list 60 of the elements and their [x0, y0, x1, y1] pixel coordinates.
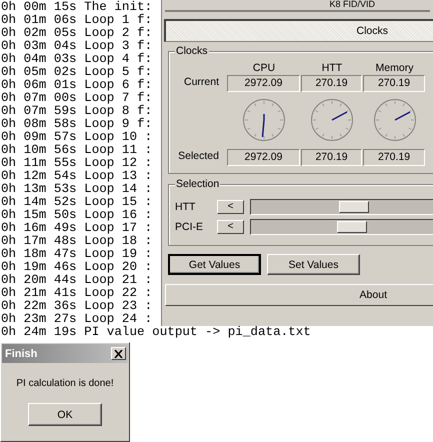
- header-bar[interactable]: K8 FID/VID: [165, 0, 430, 12]
- dial-drawing: [310, 98, 354, 142]
- row-label: Selected: [177, 149, 220, 164]
- console-line: 0h 05m 02s Loop 5 f:: [1, 66, 152, 79]
- column-header: HTT: [320, 62, 344, 74]
- ok-button[interactable]: OK: [28, 403, 102, 426]
- console-line: 0h 07m 59s Loop 8 f:: [1, 105, 152, 118]
- slider-label: PCI-E: [175, 221, 204, 233]
- slider-track[interactable]: [250, 199, 433, 215]
- console-line: 0h 04m 03s Loop 4 f:: [1, 53, 152, 66]
- section-bar[interactable]: Clocks: [164, 19, 433, 42]
- console-line: 0h 02m 05s Loop 2 f:: [1, 27, 152, 40]
- console-line: 0h 03m 04s Loop 3 f:: [1, 40, 152, 53]
- console-line: 0h 01m 06s Loop 1 f:: [1, 14, 152, 27]
- value-field: 270.19: [363, 149, 425, 166]
- console-line: 0h 21m 41s Loop 22 :: [1, 287, 152, 300]
- slider-thumb[interactable]: [339, 201, 370, 213]
- console-line: 0h 22m 36s Loop 23 :: [1, 300, 152, 313]
- action-button[interactable]: Set Values: [267, 254, 360, 275]
- value-field: 270.19: [301, 75, 362, 92]
- step-button[interactable]: <: [217, 220, 244, 234]
- value-field: 2972.09: [227, 75, 300, 92]
- value-field: 2972.09: [227, 149, 300, 166]
- console-line: 0h 15m 50s Loop 16 :: [1, 209, 152, 222]
- group-title: Selection: [175, 178, 220, 190]
- console-line: 0h 13m 53s Loop 14 :: [1, 183, 152, 196]
- column-header: Memory: [374, 62, 414, 74]
- row-label: Current: [182, 75, 220, 90]
- close-button[interactable]: [111, 347, 126, 360]
- console-line: 0h 17m 48s Loop 18 :: [1, 235, 152, 248]
- console-line: 0h 11m 55s Loop 12 :: [1, 157, 152, 170]
- group-title: Clocks: [175, 45, 209, 57]
- close-icon: [114, 350, 123, 358]
- dialog-title: Finish: [5, 348, 38, 360]
- slider-label: HTT: [175, 201, 196, 213]
- dial-drawing: [242, 98, 286, 142]
- console-line: 0h 08m 58s Loop 9 f:: [1, 118, 152, 131]
- slider-track[interactable]: [250, 219, 433, 235]
- step-button[interactable]: <: [217, 200, 244, 214]
- console-line: 0h 20m 44s Loop 21 :: [1, 274, 152, 287]
- action-button[interactable]: Get Values: [168, 254, 261, 275]
- value-field: 270.19: [363, 75, 425, 92]
- console-line: 0h 16m 49s Loop 17 :: [1, 222, 152, 235]
- console-line: 0h 10m 56s Loop 11 :: [1, 144, 152, 157]
- console-line: 0h 12m 54s Loop 13 :: [1, 170, 152, 183]
- console-line: 0h 24m 19s PI value output -> pi_data.txt: [1, 326, 311, 339]
- slider-thumb[interactable]: [337, 221, 368, 233]
- console-line: 0h 00m 15s The init:: [1, 1, 152, 14]
- dialog-message: PI calculation is done!: [16, 378, 114, 389]
- console-line: 0h 23m 27s Loop 24 :: [1, 313, 152, 326]
- console-line: 0h 06m 01s Loop 6 f:: [1, 79, 152, 92]
- dial-drawing: [372, 98, 416, 142]
- column-header: CPU: [252, 62, 276, 74]
- console-line: 0h 19m 46s Loop 20 :: [1, 261, 152, 274]
- console-line: 0h 14m 52s Loop 15 :: [1, 196, 152, 209]
- about-bar[interactable]: About: [165, 284, 433, 306]
- value-field: 270.19: [301, 149, 362, 166]
- console-line: 0h 09m 57s Loop 10 :: [1, 131, 152, 144]
- console-line: 0h 07m 00s Loop 7 f:: [1, 92, 152, 105]
- console-line: 0h 18m 47s Loop 19 :: [1, 248, 152, 261]
